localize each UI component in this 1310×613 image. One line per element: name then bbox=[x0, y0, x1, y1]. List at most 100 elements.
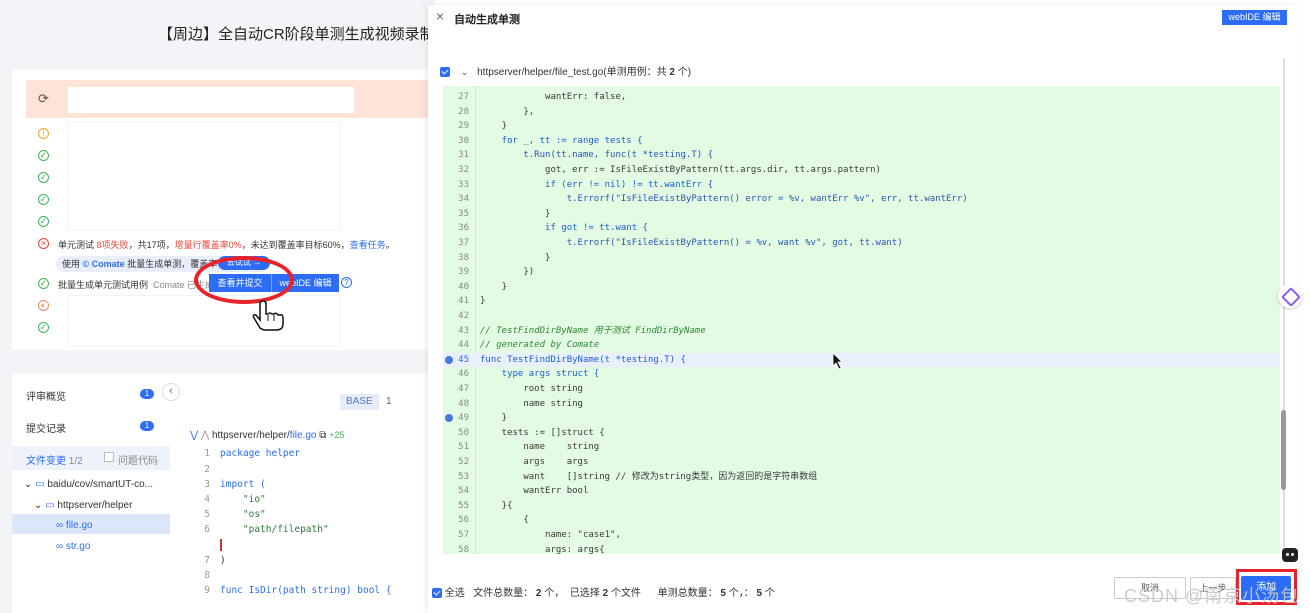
code-line: 28 }, bbox=[443, 105, 1280, 120]
code-line: 47 root string bbox=[443, 382, 1280, 397]
view-task-link[interactable]: 查看任务 bbox=[350, 240, 386, 250]
code-line: 48 name string bbox=[443, 397, 1280, 412]
code-line: 57 name: "case1", bbox=[443, 528, 1280, 543]
line-number: 54 bbox=[458, 486, 469, 497]
line-number: 39 bbox=[458, 267, 469, 278]
chevron-down-icon: ⋁ bbox=[190, 430, 199, 441]
check-icon: ✓ bbox=[38, 194, 49, 205]
select-all-checkbox[interactable] bbox=[432, 588, 442, 599]
code-line: 30 for _, tt := range tests { bbox=[443, 134, 1280, 149]
close-icon[interactable]: × bbox=[436, 9, 444, 23]
code-line: 35 } bbox=[443, 207, 1280, 222]
pipeline-stage-box bbox=[68, 296, 340, 346]
line-code: // TestFindDirByName 用于测试 FindDirByName bbox=[480, 325, 706, 336]
partial-icon: ◐ bbox=[38, 300, 49, 311]
check-icon: ✓ bbox=[38, 278, 49, 289]
line-number: 43 bbox=[458, 325, 469, 336]
help-icon[interactable]: ? bbox=[341, 277, 352, 288]
line-number: 57 bbox=[458, 530, 469, 540]
modal-header: × 自动生成单测 webIDE 编辑 bbox=[428, 5, 1297, 31]
refresh-icon[interactable]: ⟳ bbox=[38, 91, 49, 107]
base-tag[interactable]: BASE bbox=[340, 394, 379, 410]
tree-item-repo[interactable]: ⌄ ▭ baidu/cov/smartUT-co... bbox=[24, 479, 153, 490]
pipeline-status-box bbox=[68, 87, 354, 113]
code-line: 51 name string bbox=[443, 440, 1280, 455]
highlight-ellipse bbox=[194, 256, 294, 304]
line-code: type args struct { bbox=[480, 369, 600, 380]
line-code: for _, tt := range tests { bbox=[480, 135, 643, 146]
scrollbar-thumb[interactable] bbox=[1281, 410, 1286, 490]
code-line: 50 tests := []struct { bbox=[443, 426, 1280, 441]
batch-generate-row: 批量生成单元测试用例 Comate 已生成 bbox=[58, 280, 215, 290]
line-number: 28 bbox=[458, 106, 469, 117]
commits-badge: 1 bbox=[140, 421, 154, 431]
code-line: 36 if got != tt.want { bbox=[443, 221, 1280, 236]
code-line: 56 { bbox=[443, 513, 1280, 528]
copy-icon[interactable]: ⧉ bbox=[319, 430, 326, 441]
line-number: 52 bbox=[458, 457, 469, 467]
robot-icon[interactable] bbox=[1282, 548, 1298, 562]
code-line: 29 } bbox=[443, 119, 1280, 134]
line-number: 36 bbox=[458, 223, 469, 234]
fail-icon: × bbox=[38, 238, 49, 249]
line-code: } bbox=[480, 252, 551, 263]
problem-code-checkbox[interactable] bbox=[104, 452, 114, 462]
line-number: 35 bbox=[458, 208, 469, 219]
line-number: 32 bbox=[458, 165, 469, 175]
collapse-sidebar-button[interactable]: ‹ bbox=[162, 383, 180, 401]
line-number: 58 bbox=[458, 544, 469, 554]
code-line: 31 t.Run(tt.name, func(t *testing.T) { bbox=[443, 148, 1280, 163]
line-code: want []string // 修改为string类型，因为返回的是字符串数组 bbox=[480, 471, 818, 482]
file-change-tab[interactable]: 文件变更 1/2 问题代码 bbox=[12, 446, 170, 470]
line-code: wantErr: false, bbox=[480, 92, 627, 102]
line-code: } bbox=[480, 208, 551, 219]
line-number: 48 bbox=[458, 398, 469, 409]
tree-item-str-go[interactable]: ∞ str.go bbox=[56, 541, 90, 552]
unit-test-summary: 单元测试 8项失败，共17项，增量行覆盖率0%，未达到覆盖率目标60%，查看任务… bbox=[58, 240, 395, 250]
line-code: // generated by Comate bbox=[480, 340, 600, 351]
chevron-up-icon: ⋀ bbox=[200, 430, 210, 441]
code-line: 53 want []string // 修改为string类型，因为返回的是字符… bbox=[443, 470, 1280, 485]
test-file-header[interactable]: ⌄ httpserver/helper/file_test.go(单测用例：共 … bbox=[440, 63, 691, 79]
file-checkbox[interactable] bbox=[440, 67, 450, 78]
code-line: 32 got, err := IsFileExistByPattern(tt.a… bbox=[443, 163, 1280, 178]
code-line: 39 }) bbox=[443, 265, 1280, 280]
chevron-down-icon[interactable]: ⌄ bbox=[461, 67, 469, 78]
line-code: }{ bbox=[480, 500, 513, 511]
line-code: } bbox=[480, 281, 508, 292]
line-code: args: args{ bbox=[480, 544, 605, 554]
auto-generate-test-drawer: × 自动生成单测 webIDE 编辑 ⌄ httpserver/helper/f… bbox=[428, 5, 1297, 613]
generated-code-panel[interactable]: 27 wantErr: false, 28 }, 29 } 30 for _, tt … bbox=[443, 86, 1280, 554]
line-number: 37 bbox=[458, 238, 469, 248]
diff-file-header: ⋁ ⋀ httpserver/helper/file.go ⧉ +25 bbox=[190, 430, 345, 441]
code-line: 44 // generated by Comate bbox=[443, 338, 1280, 353]
warning-icon: ! bbox=[38, 128, 49, 139]
page-title: 【周边】全自动CR阶段单测生成视频录制，文档 bbox=[158, 26, 435, 43]
code-line: 33 if (err != nil) != tt.wantErr { bbox=[443, 178, 1280, 193]
line-number: 53 bbox=[458, 471, 469, 482]
line-code: name string bbox=[480, 398, 583, 409]
line-code: name: "case1", bbox=[480, 530, 621, 540]
pipeline-stage-box bbox=[68, 122, 340, 230]
webide-edit-button[interactable]: webIDE 编辑 bbox=[1222, 10, 1287, 25]
mouse-cursor-icon bbox=[832, 352, 843, 370]
comate-assistant-icon[interactable] bbox=[1278, 284, 1302, 308]
tree-item-file-go[interactable]: ∞ file.go bbox=[56, 520, 93, 531]
pipeline-status-bar: ⟳ bbox=[26, 80, 432, 118]
line-code: got, err := IsFileExistByPattern(tt.args… bbox=[480, 165, 881, 175]
line-number: 42 bbox=[458, 311, 469, 321]
code-line: 55 }{ bbox=[443, 499, 1280, 514]
line-number: 40 bbox=[458, 281, 469, 292]
line-code: root string bbox=[480, 384, 583, 394]
modal-title: 自动生成单测 bbox=[454, 14, 520, 26]
line-number: 56 bbox=[458, 515, 469, 526]
sidebar-item-commits[interactable]: 提交记录 bbox=[26, 420, 66, 435]
tree-item-folder[interactable]: ⌄ ▭ httpserver/helper bbox=[34, 500, 132, 511]
check-icon: ✓ bbox=[38, 216, 49, 227]
sidebar-item-overview[interactable]: 评审概览 bbox=[26, 388, 66, 403]
code-line: 58 args: args{ bbox=[443, 543, 1280, 554]
code-line: 37 t.Errorf("IsFileExistByPattern() = %v… bbox=[443, 236, 1280, 251]
line-number: 38 bbox=[458, 252, 469, 263]
line-code: } bbox=[480, 296, 486, 307]
line-code: func TestFindDirByName(t *testing.T) { bbox=[480, 354, 686, 365]
